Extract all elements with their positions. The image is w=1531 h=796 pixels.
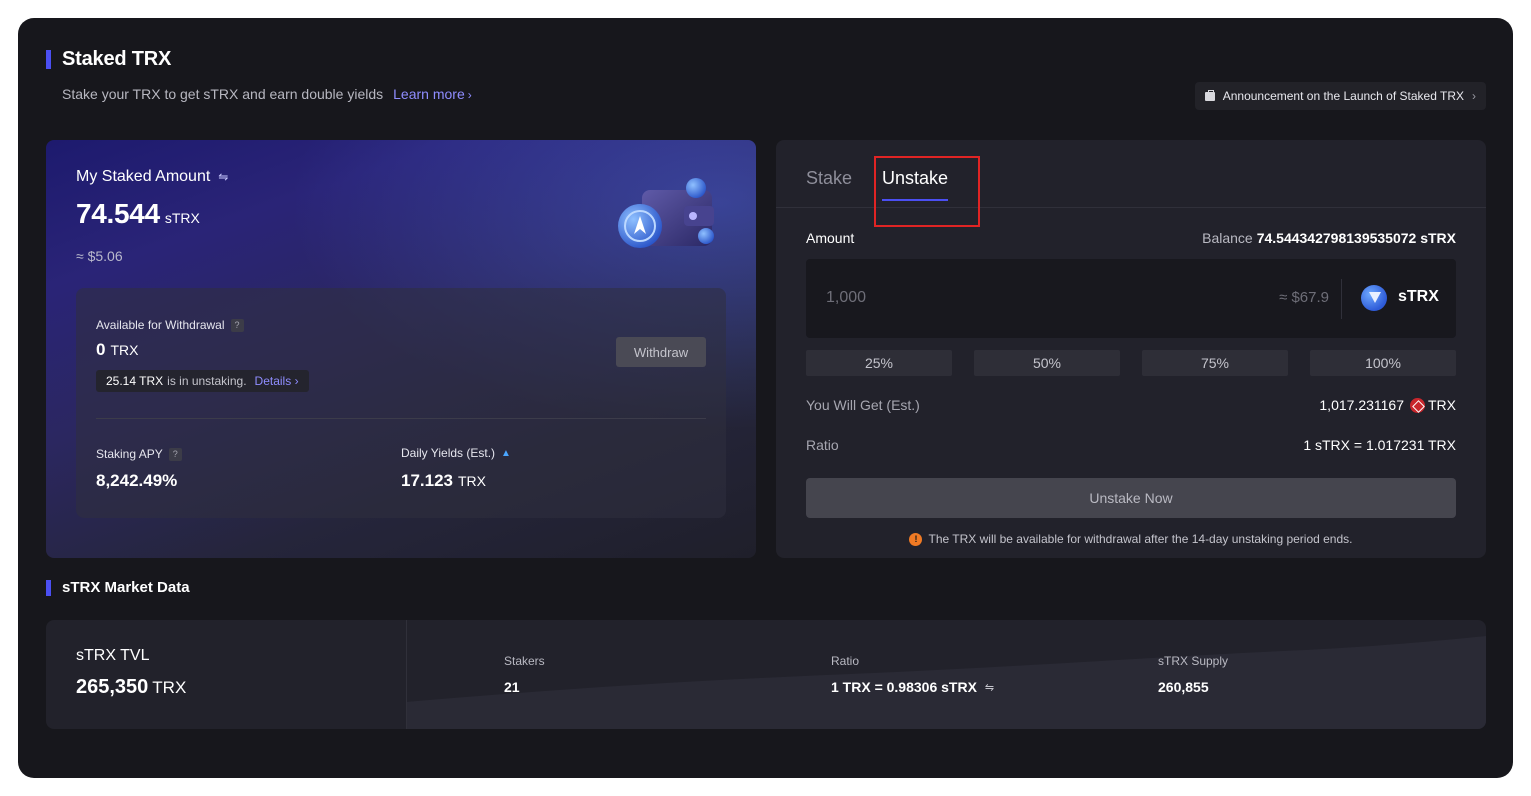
details-link[interactable]: Details › — [255, 374, 299, 388]
percent-50-button[interactable]: 50% — [974, 350, 1120, 376]
my-staked-label-row: My Staked Amount ⇋ — [76, 168, 228, 186]
wallet-coins-illustration — [618, 178, 714, 248]
page-title: Staked TRX — [62, 48, 172, 70]
supply-value: 260,855 — [1158, 679, 1209, 695]
available-unit: TRX — [110, 342, 139, 358]
withdraw-button[interactable]: Withdraw — [616, 337, 706, 367]
token-name: sTRX — [1398, 288, 1439, 305]
supply-stat: sTRX Supply 260,855 — [1158, 654, 1228, 695]
unstaking-text: is in unstaking. — [167, 374, 247, 388]
withdrawal-stats-box: Available for Withdrawal ? 0 TRX 25.14 T… — [76, 288, 726, 518]
app-window: Staked TRX Stake your TRX to get sTRX an… — [18, 18, 1513, 778]
amount-label: Amount — [806, 230, 855, 246]
available-withdrawal-value: 0 TRX — [96, 340, 138, 360]
strx-token-icon — [1361, 285, 1387, 311]
staked-usd-value: ≈ $5.06 — [76, 248, 123, 264]
notice-text: The TRX will be available for withdrawal… — [928, 532, 1353, 546]
unstake-now-button[interactable]: Unstake Now — [806, 478, 1456, 518]
announcement-text: Announcement on the Launch of Staked TRX — [1222, 89, 1464, 103]
tvl-unit: TRX — [152, 678, 187, 697]
daily-yields-label: Daily Yields (Est.) — [401, 446, 496, 460]
stake-unstake-card: Stake Unstake Amount Balance 74.54434279… — [776, 140, 1486, 558]
tab-stake[interactable]: Stake — [806, 168, 852, 189]
you-will-get-unit: TRX — [1428, 397, 1456, 413]
page-subtitle: Stake your TRX to get sTRX and earn doub… — [62, 86, 384, 102]
staking-apy-label: Staking APY — [96, 447, 163, 461]
daily-yields-value: 17.123 TRX — [401, 471, 486, 491]
help-icon[interactable]: ? — [230, 318, 244, 332]
swap-icon[interactable]: ⇋ — [218, 170, 228, 184]
help-icon[interactable]: ? — [168, 447, 182, 461]
market-header: sTRX Market Data — [46, 579, 190, 596]
market-ratio-value: 1 TRX = 0.98306 sTRX — [831, 679, 977, 695]
available-withdrawal-label-row: Available for Withdrawal ? — [96, 318, 244, 332]
learn-more-label: Learn more — [393, 86, 465, 102]
percent-25-button[interactable]: 25% — [806, 350, 952, 376]
learn-more-link[interactable]: Learn more › — [393, 86, 472, 102]
you-will-get-value: 1,017.231167 TRX — [1319, 397, 1456, 413]
market-separator — [406, 620, 407, 729]
balance-label: Balance — [1202, 230, 1253, 246]
warning-icon: ! — [909, 532, 923, 546]
announcement-banner[interactable]: Announcement on the Launch of Staked TRX… — [1194, 82, 1486, 110]
ratio-value: 1 sTRX = 1.017231 TRX — [1303, 437, 1456, 453]
trx-icon — [1410, 397, 1425, 413]
market-title: sTRX Market Data — [62, 579, 190, 596]
stakers-stat: Stakers 21 — [504, 654, 545, 695]
tvl-number: 265,350 — [76, 676, 149, 698]
input-separator — [1341, 279, 1342, 319]
ratio-label: Ratio — [806, 437, 839, 453]
unstake-tab-highlight — [874, 156, 980, 227]
staked-amount-unit: sTRX — [164, 210, 200, 226]
you-will-get-amount: 1,017.231167 — [1319, 397, 1404, 413]
stakers-label: Stakers — [504, 654, 545, 668]
arrow-up-icon: ▲ — [501, 447, 511, 459]
divider — [96, 418, 706, 419]
chevron-right-icon: › — [467, 88, 472, 102]
balance-value: 74.544342798139535072 sTRX — [1256, 230, 1456, 246]
staking-apy-value: 8,242.49% — [96, 471, 178, 490]
briefcase-icon — [1204, 89, 1215, 101]
daily-yields-unit: TRX — [458, 473, 486, 489]
subtitle-row: Stake your TRX to get sTRX and earn doub… — [62, 86, 472, 102]
swap-icon[interactable]: ⇋ — [985, 681, 994, 694]
staked-amount-value: 74.544 — [76, 198, 160, 229]
unstaking-amount: 25.14 TRX — [106, 374, 164, 388]
stakers-value: 21 — [504, 679, 520, 695]
daily-yields-number: 17.123 — [401, 471, 453, 490]
tvl-label: sTRX TVL — [76, 647, 150, 664]
percent-100-button[interactable]: 100% — [1310, 350, 1456, 376]
title-accent-bar — [46, 50, 51, 69]
staked-amount: 74.544 sTRX — [76, 198, 200, 230]
percent-75-button[interactable]: 75% — [1142, 350, 1288, 376]
market-accent-bar — [46, 579, 51, 596]
daily-yields-label-row: Daily Yields (Est.) ▲ — [401, 446, 511, 460]
my-staked-card: My Staked Amount ⇋ 74.544 sTRX ≈ $5.06 A… — [46, 140, 756, 558]
percent-buttons: 25% 50% 75% 100% — [806, 350, 1456, 376]
amount-usd-estimate: ≈ $67.9 — [1279, 289, 1329, 306]
chevron-right-icon: › — [1472, 89, 1476, 103]
available-withdrawal-label: Available for Withdrawal — [96, 318, 225, 332]
tvl-value: 265,350 TRX — [76, 676, 186, 699]
market-ratio-row: 1 TRX = 0.98306 sTRX ⇋ — [831, 679, 994, 695]
you-will-get-label: You Will Get (Est.) — [806, 397, 920, 413]
unstaking-notice: ! The TRX will be available for withdraw… — [776, 532, 1486, 546]
amount-input[interactable] — [826, 285, 1206, 311]
my-staked-label: My Staked Amount — [76, 168, 211, 185]
market-data-card: sTRX TVL 265,350 TRX Stakers 21 Ratio 1 … — [46, 620, 1486, 729]
staking-apy-label-row: Staking APY ? — [96, 447, 182, 461]
details-label: Details — [254, 374, 292, 388]
page-header: Staked TRX — [46, 48, 171, 71]
unstaking-status-pill: 25.14 TRX is in unstaking. Details › — [96, 370, 309, 392]
chevron-right-icon: › — [294, 374, 299, 388]
market-ratio-label: Ratio — [831, 654, 860, 668]
ratio-stat: Ratio 1 TRX = 0.98306 sTRX ⇋ — [831, 654, 994, 695]
supply-label: sTRX Supply — [1158, 654, 1229, 668]
amount-input-box: ≈ $67.9 sTRX — [806, 259, 1456, 338]
available-value: 0 — [96, 340, 106, 359]
balance-display: Balance 74.544342798139535072 sTRX — [1202, 230, 1456, 246]
